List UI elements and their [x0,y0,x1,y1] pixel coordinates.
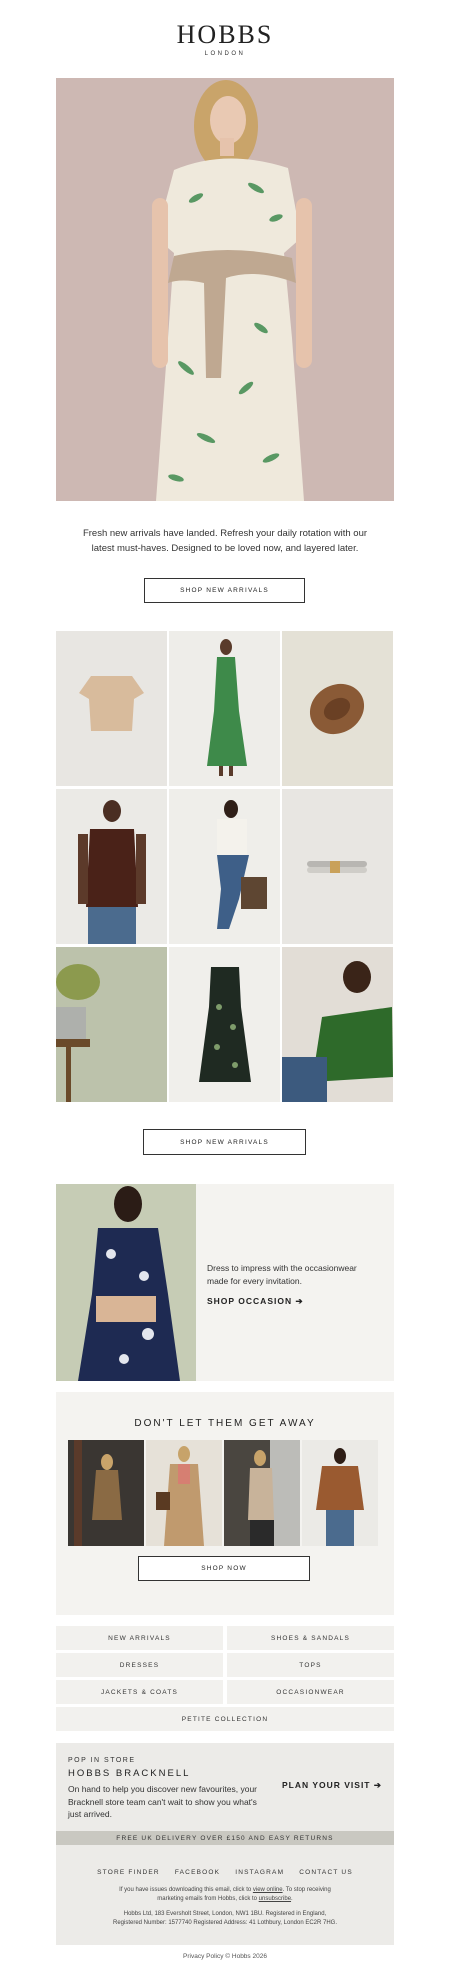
product-tile-knit-top[interactable] [56,631,167,786]
footer-address-line-1: Hobbs Ltd, 183 Eversholt Street, London,… [123,1911,327,1917]
grid-shop-new-arrivals-button[interactable]: SHOP NEW ARRIVALS [143,1129,306,1155]
product-tile-green-top[interactable] [282,947,393,1102]
hero-image[interactable] [56,78,394,501]
brand-logo[interactable]: HOBBS LONDON [0,20,450,57]
nav-new-arrivals[interactable]: NEW ARRIVALS [56,1626,223,1650]
dont-miss-title: DON'T LET THEM GET AWAY [134,1418,316,1429]
footer-note-text: marketing emails from Hobbs, click to [157,1896,259,1902]
store-kicker: POP IN STORE [68,1757,136,1764]
footer-note-line-2: marketing emails from Hobbs, click to un… [56,1895,394,1904]
nav-occasionwear[interactable]: OCCASIONWEAR [227,1680,394,1704]
product-tile-floral-dress[interactable] [169,947,280,1102]
nav-petite-collection[interactable]: PETITE COLLECTION [56,1707,394,1731]
footer-note-line-1: If you have issues downloading this emai… [56,1886,394,1895]
view-online-link[interactable]: view online [253,1887,283,1893]
footer-link-instagram[interactable]: INSTAGRAM [235,1869,284,1876]
store-text: On hand to help you discover new favouri… [68,1784,257,1819]
product-tile-bracelet[interactable] [282,789,393,944]
footer-link-store-finder[interactable]: STORE FINDER [97,1869,160,1876]
footer-address-line-2: Registered Number: 1577740 Registered Ad… [112,1920,338,1926]
shop-occasion-link[interactable]: SHOP OCCASION ➔ [207,1296,304,1307]
dont-miss-item[interactable] [302,1440,378,1546]
occasion-image[interactable] [56,1184,196,1381]
dont-miss-item[interactable] [224,1440,300,1546]
footer-links: STORE FINDER FACEBOOK INSTAGRAM CONTACT … [56,1869,394,1876]
privacy-policy-link[interactable]: Privacy Policy © Hobbs 2026 [0,1953,450,1960]
store-name: HOBBS BRACKNELL [68,1768,191,1779]
shop-new-arrivals-button[interactable]: SHOP NEW ARRIVALS [144,578,305,603]
plan-visit-link[interactable]: PLAN YOUR VISIT ➔ [282,1780,382,1791]
hero-intro-text: Fresh new arrivals have landed. Refresh … [82,528,368,554]
delivery-banner: FREE UK DELIVERY OVER £150 AND EASY RETU… [56,1831,394,1845]
nav-dresses[interactable]: DRESSES [56,1653,223,1677]
product-tile-brown-vest[interactable] [56,789,167,944]
occasion-text: Dress to impress with the occasionwear m… [207,1263,357,1286]
shop-now-button[interactable]: SHOP NOW [138,1556,310,1581]
footer-note-text: . To stop receiving [282,1887,331,1893]
dont-miss-item[interactable] [68,1440,144,1546]
unsubscribe-link[interactable]: unsubscribe [259,1896,291,1902]
product-grid [56,631,394,1102]
dont-miss-item[interactable] [146,1440,222,1546]
occasion-banner[interactable]: Dress to impress with the occasionwear m… [56,1184,394,1381]
product-tile-green-dress[interactable] [169,631,280,786]
nav-tops[interactable]: TOPS [227,1653,394,1677]
footer-note-text: . [291,1896,293,1902]
product-tile-vase[interactable] [56,947,167,1102]
dont-miss-section: DON'T LET THEM GET AWAY SHOP NOW [56,1392,394,1615]
brand-tagline: LONDON [204,51,246,57]
nav-shoes-sandals[interactable]: SHOES & SANDALS [227,1626,394,1650]
product-tile-bag[interactable] [282,631,393,786]
footer: STORE FINDER FACEBOOK INSTAGRAM CONTACT … [56,1845,394,1945]
footer-link-contact-us[interactable]: CONTACT US [299,1869,353,1876]
product-tile-jeans-tote[interactable] [169,789,280,944]
brand-name: HOBBS [176,20,274,49]
store-banner[interactable]: POP IN STORE HOBBS BRACKNELL On hand to … [56,1743,394,1831]
footer-note-text: If you have issues downloading this emai… [119,1887,253,1893]
footer-link-facebook[interactable]: FACEBOOK [175,1869,220,1876]
nav-jackets-coats[interactable]: JACKETS & COATS [56,1680,223,1704]
